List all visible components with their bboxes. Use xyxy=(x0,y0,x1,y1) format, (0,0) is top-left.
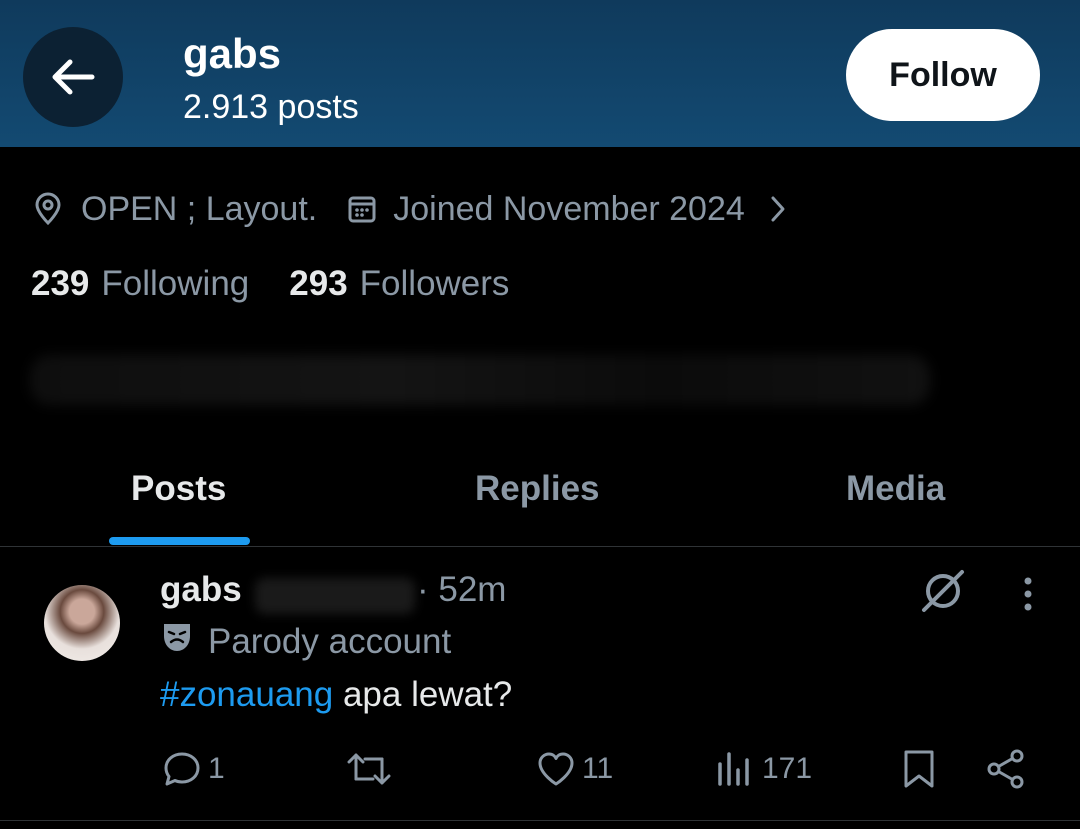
reply-count: 1 xyxy=(208,752,225,785)
follow-stats: 239 Following 293 Followers xyxy=(31,264,509,304)
reply-button[interactable]: 1 xyxy=(162,746,225,792)
bookmark-icon xyxy=(904,750,934,788)
post-author[interactable]: gabs xyxy=(160,570,242,610)
like-count: 11 xyxy=(582,752,614,785)
repost-icon xyxy=(347,753,391,785)
post-body: apa lewat? xyxy=(333,675,513,714)
grok-icon[interactable] xyxy=(918,568,968,619)
post-handle-blurred xyxy=(255,578,415,614)
repost-button[interactable] xyxy=(345,746,393,792)
following-label: Following xyxy=(101,264,250,303)
parody-badge: Parody account xyxy=(160,620,451,663)
hashtag-link[interactable]: #zonauang xyxy=(160,675,333,714)
back-button[interactable] xyxy=(23,27,123,127)
like-button[interactable]: 11 xyxy=(536,746,613,792)
calendar-icon xyxy=(347,194,377,224)
views-icon xyxy=(718,752,749,786)
followers-count: 293 xyxy=(289,264,348,303)
tab-replies[interactable]: Replies xyxy=(475,469,600,509)
reply-icon xyxy=(164,752,200,786)
parody-label: Parody account xyxy=(208,621,452,661)
arrow-left-icon xyxy=(52,59,95,95)
followers-label: Followers xyxy=(359,264,510,303)
location-pin-icon xyxy=(33,192,63,226)
followers-link[interactable]: 293 Followers xyxy=(289,264,509,304)
active-tab-indicator xyxy=(109,537,250,545)
location-text: OPEN ; Layout. xyxy=(81,189,318,228)
post-divider xyxy=(0,820,1080,821)
post-time[interactable]: · 52m xyxy=(417,570,506,610)
share-icon xyxy=(987,749,1024,789)
follow-button[interactable]: Follow xyxy=(846,29,1040,121)
profile-tabs: Posts Replies Media xyxy=(0,455,1080,547)
views-button[interactable]: 171 xyxy=(716,746,812,792)
heart-icon xyxy=(538,752,574,786)
post-count: 2.913 posts xyxy=(183,88,359,126)
view-count: 171 xyxy=(762,752,813,785)
following-link[interactable]: 239 Following xyxy=(31,264,249,304)
profile-meta: OPEN ; Layout. Joined November 2024 xyxy=(33,186,787,232)
bookmark-button[interactable] xyxy=(902,746,936,792)
more-options-icon[interactable] xyxy=(1016,574,1040,619)
tab-posts[interactable]: Posts xyxy=(131,469,226,509)
post-text: #zonauang apa lewat? xyxy=(160,675,512,715)
share-button[interactable] xyxy=(986,746,1026,792)
avatar[interactable] xyxy=(44,585,120,661)
tab-media[interactable]: Media xyxy=(846,469,945,509)
joined-date: Joined November 2024 xyxy=(393,189,745,228)
profile-name: gabs xyxy=(183,30,282,77)
following-count: 239 xyxy=(31,264,90,303)
blurred-content xyxy=(30,355,930,405)
chevron-right-icon[interactable] xyxy=(769,194,787,224)
profile-header: gabs 2.913 posts Follow xyxy=(0,0,1080,147)
mask-icon xyxy=(160,620,194,663)
